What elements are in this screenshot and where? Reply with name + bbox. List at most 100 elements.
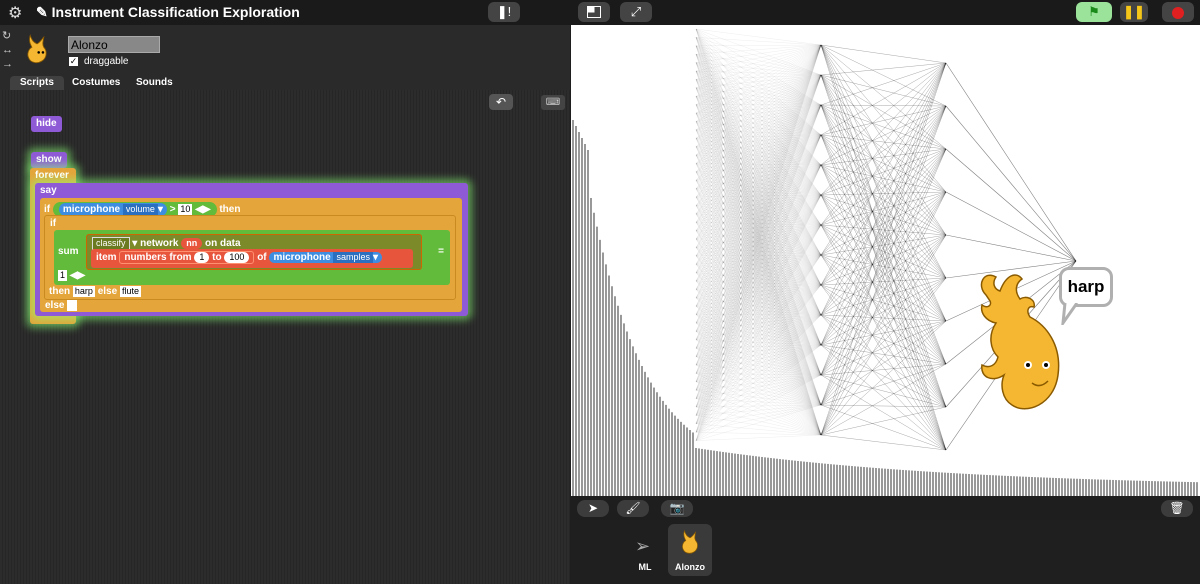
stop-button[interactable] <box>1162 2 1194 22</box>
samples-dropdown[interactable]: samples <box>333 252 373 263</box>
else-input[interactable] <box>67 300 78 311</box>
footprints-icon[interactable]: ❚! <box>488 2 520 22</box>
undo-icon: ↶ <box>495 95 507 109</box>
stage-line <box>820 320 947 436</box>
equals-label: = <box>438 246 444 257</box>
of-label: of <box>257 252 267 263</box>
stage[interactable]: harp <box>571 25 1200 496</box>
rotation-style-icons[interactable]: ↻ ↔ → <box>2 29 13 71</box>
to-input[interactable]: 100 <box>224 252 250 263</box>
keyboard-icon[interactable]: ⌨ <box>541 95 565 110</box>
turtle-button[interactable]: ➤ <box>577 500 609 517</box>
gt-label: > <box>169 204 176 215</box>
scripts-area[interactable] <box>0 90 570 584</box>
arrow-icon: ➤ <box>587 501 599 515</box>
microphone-label-2: microphone <box>273 252 331 263</box>
numbers-from-block[interactable]: numbers from 1 to 100 <box>119 251 255 264</box>
stage-line <box>945 191 1077 262</box>
dropdown-arrow-icon[interactable]: ▾ <box>132 238 137 249</box>
forever-label: forever <box>35 170 69 181</box>
stage-line <box>820 62 947 76</box>
project-title-text: Instrument Classification Exploration <box>51 4 300 20</box>
green-flag-button[interactable]: ⚑ <box>1076 2 1112 22</box>
stage-line <box>695 404 822 433</box>
stage-line <box>820 105 947 226</box>
if-label: if <box>44 204 51 215</box>
project-title: ✎ Instrument Classification Exploration <box>36 4 300 21</box>
alonzo-thumbnail <box>682 529 698 554</box>
else-value-input[interactable]: flute <box>119 286 141 297</box>
volume-dropdown[interactable]: volume <box>122 204 158 215</box>
corral-item-alonzo[interactable]: Alonzo <box>668 524 712 576</box>
stage-line <box>820 224 947 365</box>
speech-bubble: harp <box>1059 267 1113 307</box>
turtle-icon: ➢ <box>635 536 651 556</box>
stage-line <box>820 224 947 451</box>
stage-line <box>820 62 947 196</box>
say-label: say <box>40 185 57 196</box>
stage-line <box>820 62 947 106</box>
microphone-label: microphone <box>62 204 121 215</box>
stop-icon <box>1172 6 1184 19</box>
show-block[interactable]: show <box>31 152 67 168</box>
microphone-samples-block[interactable]: microphone samples ▾ <box>269 252 382 263</box>
arrows-icon[interactable]: ◀▶ <box>70 270 85 281</box>
stage-line <box>820 194 947 408</box>
arrows-icon[interactable]: ◀▶ <box>195 204 210 215</box>
else-row: else <box>45 300 78 312</box>
fullscreen-icon[interactable]: ⤢ <box>620 2 652 22</box>
normal-stage-icon[interactable] <box>578 2 610 22</box>
numbers-from-label: numbers from <box>124 252 192 263</box>
pencil-icon: ✎ <box>36 4 48 20</box>
stage-line <box>695 28 822 46</box>
sum-label: sum <box>58 246 79 257</box>
draggable-checkbox[interactable]: ✓ <box>69 57 78 66</box>
camera-button[interactable]: 📷 <box>661 500 693 517</box>
stage-line <box>820 62 947 376</box>
green-flag-icon: ⚑ <box>1088 4 1100 19</box>
stage-line <box>695 44 822 46</box>
stage-line <box>695 37 822 46</box>
trash-button[interactable]: 🗑 <box>1161 500 1193 517</box>
sprite-corral-area: ➤ 🖌 📷 🗑 ➢ ML Alonzo <box>571 496 1200 584</box>
stage-line <box>820 105 947 256</box>
network-label: network <box>140 238 179 249</box>
gear-icon[interactable]: ⚙ <box>8 3 22 23</box>
nn-variable[interactable]: nn <box>181 238 203 249</box>
stage-line <box>695 432 822 436</box>
then-label-2: then <box>49 286 71 297</box>
hide-block[interactable]: hide <box>31 116 62 132</box>
camera-icon: 📷 <box>669 501 685 515</box>
paint-button[interactable]: 🖌 <box>617 500 649 517</box>
top-bar: ⚙ ✎ Instrument Classification Exploratio… <box>0 0 1200 25</box>
on-data-label: on data <box>205 238 241 249</box>
pause-button[interactable]: ❚❚ <box>1120 2 1148 22</box>
threshold-input[interactable]: 10 <box>178 204 193 215</box>
stage-canvas <box>572 28 1198 496</box>
then-label: then <box>219 204 241 215</box>
item-of-block[interactable]: item numbers from 1 to 100 of microphone… <box>91 249 413 268</box>
trash-icon: 🗑 <box>1169 501 1185 515</box>
stage-line <box>820 434 947 451</box>
stage-line <box>945 234 1077 262</box>
draggable-label: draggable <box>84 56 129 67</box>
from-input[interactable]: 1 <box>194 252 210 263</box>
item-label: item <box>96 252 117 263</box>
else-label-2: else <box>45 300 65 312</box>
then-value-input[interactable]: harp <box>72 286 95 297</box>
then-row: then harp else flute <box>49 286 141 297</box>
speech-text: harp <box>1067 277 1105 296</box>
sprite-thumbnail <box>27 34 47 64</box>
dropdown-arrow-icon[interactable]: ▾ <box>373 252 378 263</box>
stage-line <box>820 104 947 150</box>
to-label: to <box>212 252 222 263</box>
dropdown-arrow-icon[interactable]: ▾ <box>158 204 163 215</box>
undo-button[interactable]: ↶ <box>489 94 513 110</box>
sprite-name-field[interactable]: Alonzo <box>68 36 160 53</box>
corral-item-ml[interactable]: ➢ ML <box>623 524 667 576</box>
corral-item-label: ML <box>638 562 652 572</box>
speech-bubble-tail <box>1061 303 1079 325</box>
corral-item-label: Alonzo <box>675 562 705 572</box>
compare-input[interactable]: 1 <box>58 270 68 281</box>
stage-line <box>945 105 1077 262</box>
